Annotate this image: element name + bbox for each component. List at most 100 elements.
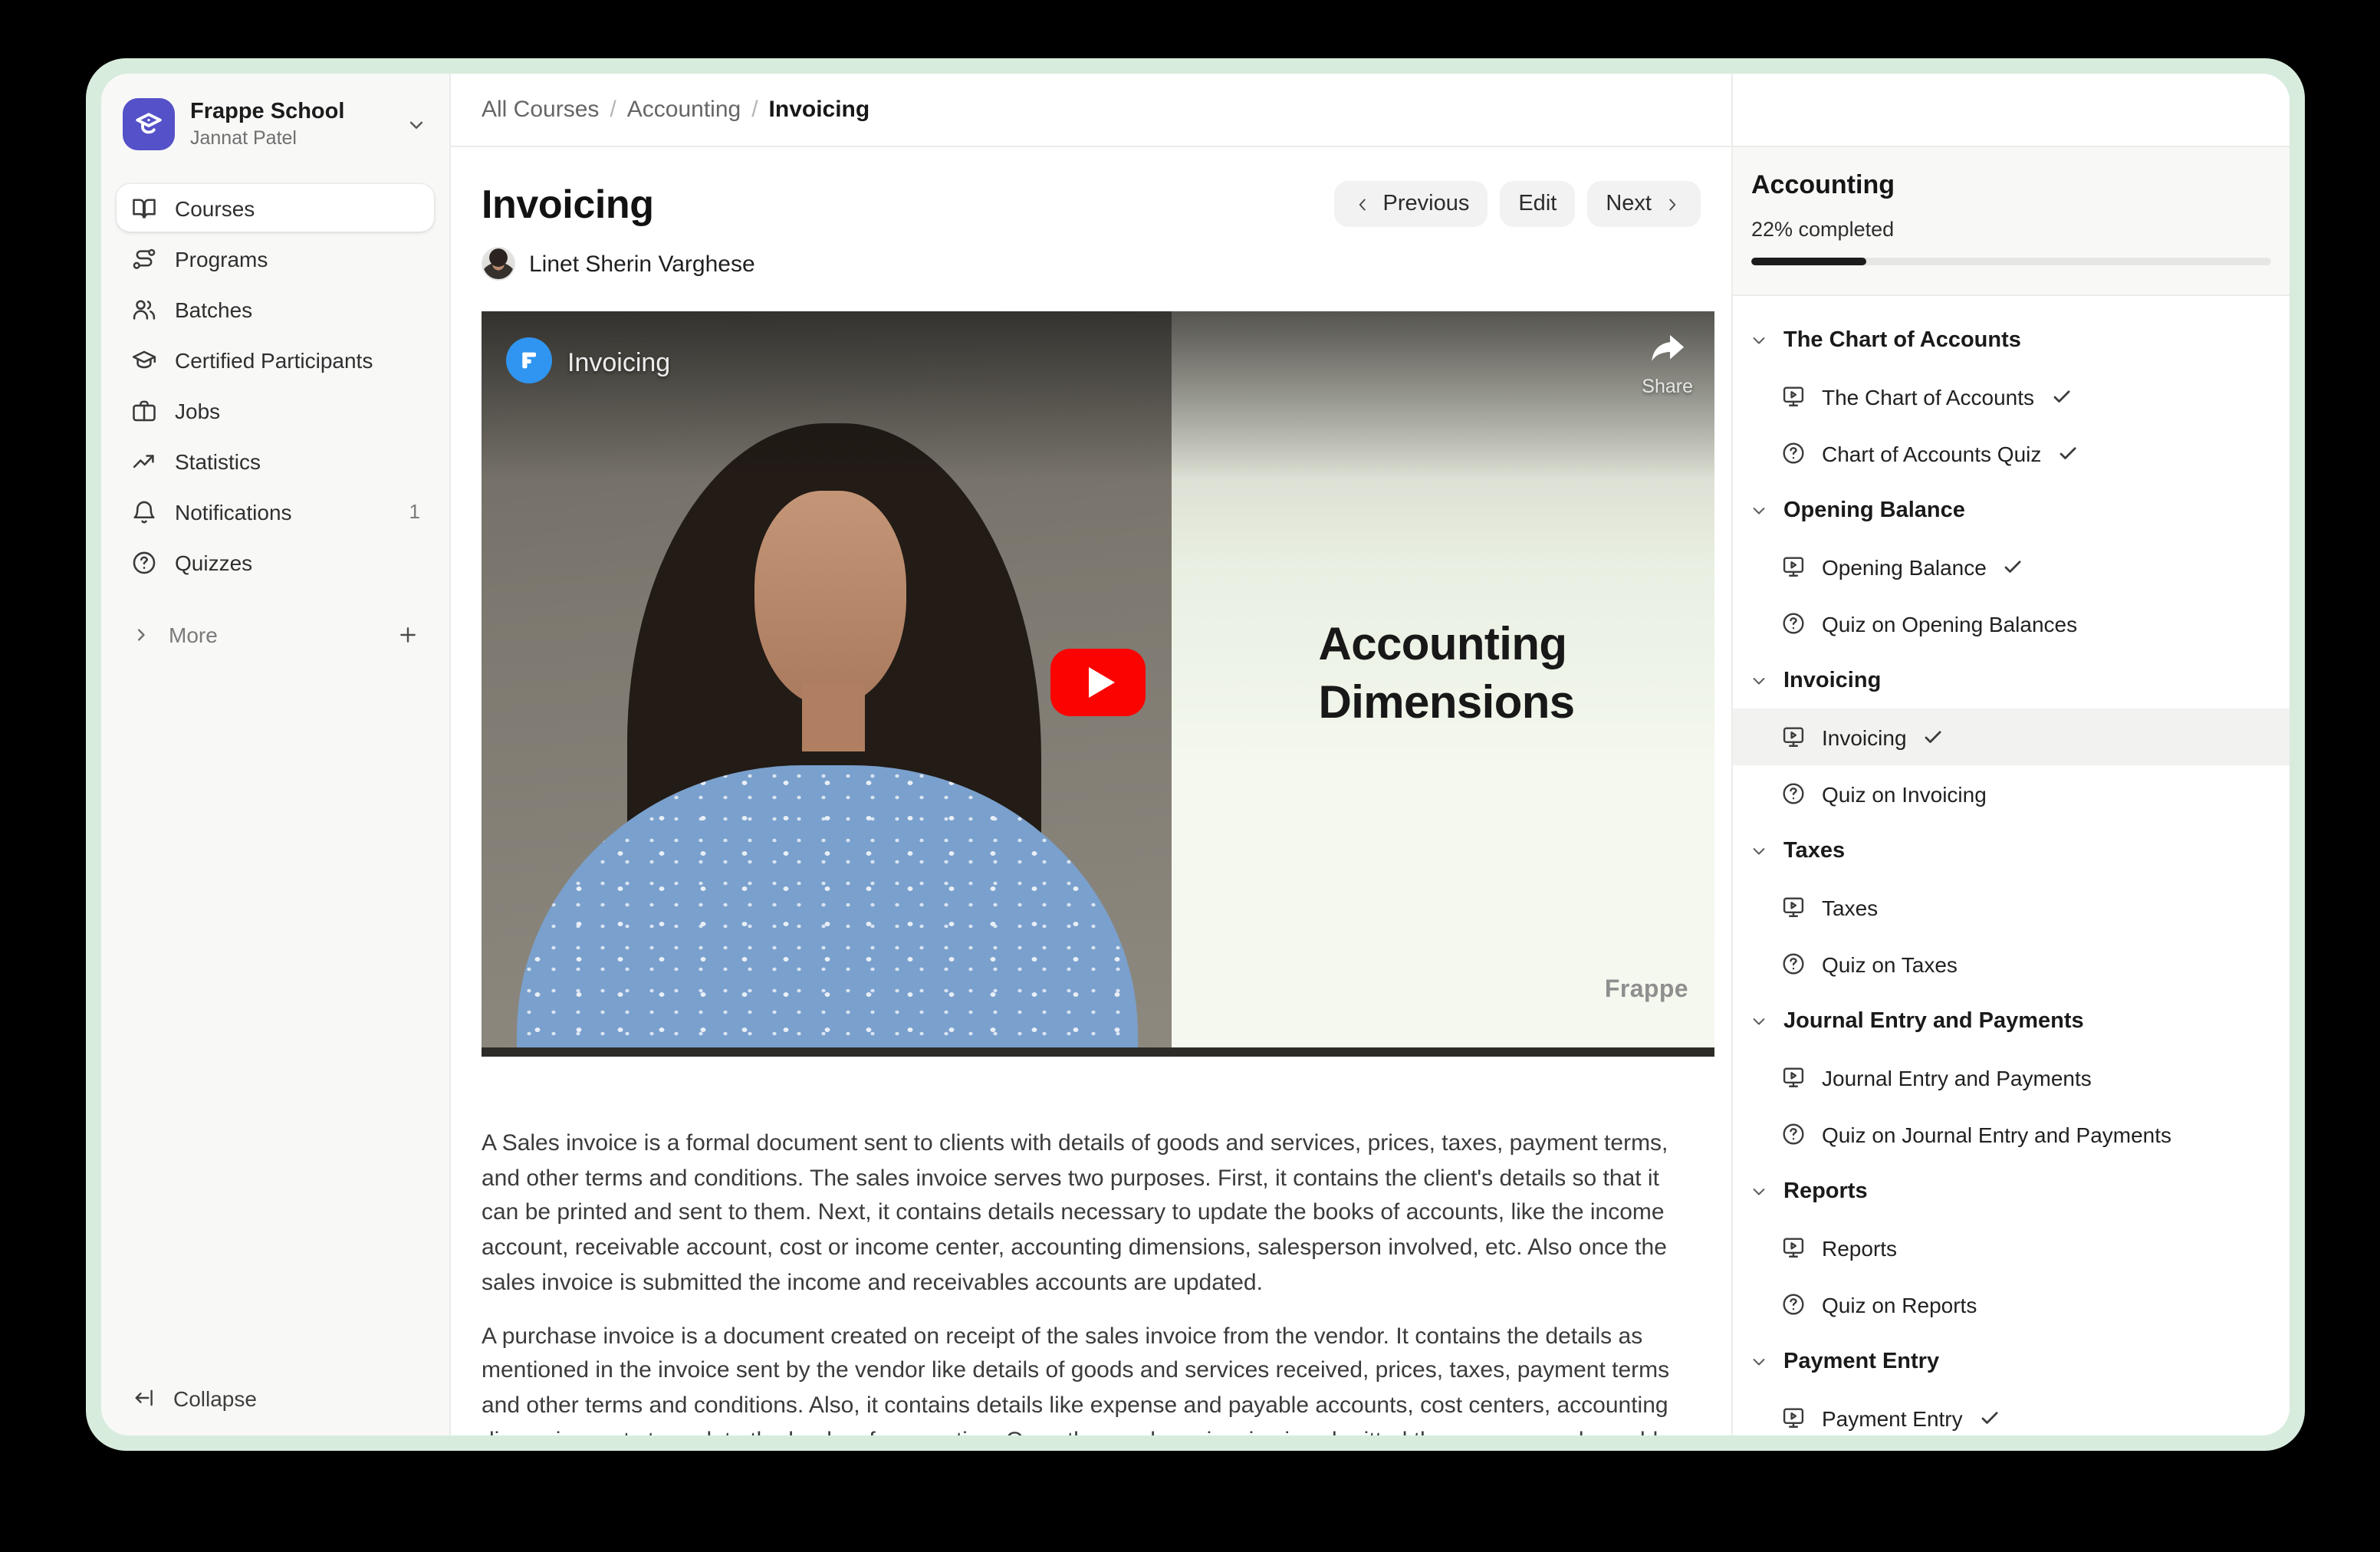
sidebar-item-label: Notifications	[175, 499, 292, 524]
help-circle-icon	[1780, 951, 1806, 977]
check-icon	[2002, 555, 2025, 578]
frappe-school-logo-icon	[123, 98, 175, 150]
quiz-quiz-on-taxes[interactable]: Quiz on Taxes	[1733, 935, 2290, 992]
sidebar-item-programs[interactable]: Programs	[117, 235, 434, 282]
panel-top-strip	[1733, 74, 2290, 147]
workspace-title: Frappe School	[190, 99, 390, 125]
breadcrumb-all-courses[interactable]: All Courses	[482, 97, 599, 123]
edit-label: Edit	[1518, 192, 1557, 216]
chevron-left-icon	[1353, 194, 1372, 214]
video-title[interactable]: Invoicing	[567, 348, 670, 379]
quiz-quiz-on-journal-entry-and-payments[interactable]: Quiz on Journal Entry and Payments	[1733, 1106, 2290, 1162]
video-top-gradient	[482, 311, 1714, 480]
lesson-the-chart-of-accounts[interactable]: The Chart of Accounts	[1733, 368, 2290, 425]
quiz-quiz-on-invoicing[interactable]: Quiz on Invoicing	[1733, 765, 2290, 822]
lesson-label: Journal Entry and Payments	[1822, 1065, 2092, 1090]
quiz-quiz-on-opening-balances[interactable]: Quiz on Opening Balances	[1733, 595, 2290, 652]
bell-icon	[130, 498, 158, 525]
quiz-quiz-on-reports[interactable]: Quiz on Reports	[1733, 1276, 2290, 1333]
sidebar-item-notifications[interactable]: Notifications 1	[117, 488, 434, 535]
help-circle-icon	[1780, 781, 1806, 807]
progress-label: 22% completed	[1751, 218, 2271, 241]
lesson-label: Quiz on Invoicing	[1822, 781, 1987, 806]
lesson-reports[interactable]: Reports	[1733, 1219, 2290, 1276]
chapter-opening-balance[interactable]: Opening Balance	[1733, 482, 2290, 538]
chevron-right-icon	[130, 624, 152, 646]
video-player[interactable]: Accounting Dimensions Frappe Invoicing	[482, 311, 1714, 1057]
help-circle-icon	[1780, 1121, 1806, 1147]
next-button[interactable]: Next	[1587, 181, 1701, 227]
quiz-chart-of-accounts-quiz[interactable]: Chart of Accounts Quiz	[1733, 425, 2290, 482]
previous-button[interactable]: Previous	[1334, 181, 1488, 227]
lesson-invoicing[interactable]: Invoicing	[1733, 709, 2290, 765]
help-circle-icon	[1780, 610, 1806, 636]
chevron-down-icon	[1748, 1350, 1770, 1372]
lesson-opening-balance[interactable]: Opening Balance	[1733, 538, 2290, 595]
sidebar-item-statistics[interactable]: Statistics	[117, 437, 434, 485]
sidebar-item-batches[interactable]: Batches	[117, 285, 434, 333]
chapter-taxes[interactable]: Taxes	[1733, 822, 2290, 879]
help-circle-icon	[1780, 1291, 1806, 1317]
help-circle-icon	[1780, 440, 1806, 466]
monitor-play-icon	[1780, 383, 1806, 409]
previous-label: Previous	[1383, 192, 1470, 216]
sidebar-more[interactable]: More	[117, 612, 434, 658]
sidebar-item-courses[interactable]: Courses	[117, 184, 434, 232]
lesson-label: Quiz on Taxes	[1822, 952, 1958, 976]
next-label: Next	[1606, 192, 1652, 216]
sidebar-item-label: Batches	[175, 297, 252, 321]
frappe-avatar-icon[interactable]	[506, 337, 552, 383]
course-outline: The Chart of Accounts The Chart of Accoun…	[1733, 296, 2290, 1435]
screen: Frappe School Jannat Patel CoursesProgra…	[0, 0, 2380, 1552]
chapter-journal-entry-and-payments[interactable]: Journal Entry and Payments	[1733, 992, 2290, 1049]
sidebar-item-label: Jobs	[175, 398, 220, 423]
sidebar-item-jobs[interactable]: Jobs	[117, 386, 434, 434]
sidebar-item-label: Certified Participants	[175, 347, 373, 372]
chapter-the-chart-of-accounts[interactable]: The Chart of Accounts	[1733, 311, 2290, 368]
sidebar-item-quizzes[interactable]: Quizzes	[117, 538, 434, 586]
lesson-label: Quiz on Opening Balances	[1822, 611, 2077, 636]
collapse-sidebar-button[interactable]: Collapse	[117, 1382, 434, 1414]
monitor-play-icon	[1780, 1405, 1806, 1431]
share-label: Share	[1642, 376, 1693, 397]
lesson-payment-entry[interactable]: Payment Entry	[1733, 1389, 2290, 1435]
users-icon	[130, 295, 158, 323]
plus-icon[interactable]	[396, 623, 420, 647]
breadcrumb-accounting[interactable]: Accounting	[627, 97, 741, 123]
chevron-down-icon	[1748, 1010, 1770, 1031]
app-window: Frappe School Jannat Patel CoursesProgra…	[101, 74, 2290, 1435]
sidebar-nav: CoursesPrograms Batches Certified Particip…	[117, 184, 434, 586]
sidebar-item-certified-participants[interactable]: Certified Participants	[117, 336, 434, 383]
check-icon	[1978, 1406, 2001, 1429]
edit-button[interactable]: Edit	[1500, 181, 1575, 227]
video-progress-bar[interactable]	[482, 1047, 1714, 1057]
chapter-title: Taxes	[1783, 838, 1845, 863]
play-button[interactable]	[1050, 649, 1146, 716]
monitor-play-icon	[1780, 894, 1806, 920]
chevron-down-icon	[1748, 840, 1770, 861]
lesson-label: Invoicing	[1822, 725, 1907, 749]
chapter-title: Opening Balance	[1783, 498, 1965, 522]
collapse-label: Collapse	[173, 1386, 257, 1410]
chapter-title: Invoicing	[1783, 668, 1881, 692]
breadcrumb-separator: /	[751, 97, 758, 123]
lesson-label: Quiz on Journal Entry and Payments	[1822, 1122, 2171, 1146]
sidebar: Frappe School Jannat Patel CoursesProgra…	[101, 74, 451, 1435]
chapter-payment-entry[interactable]: Payment Entry	[1733, 1333, 2290, 1389]
slide-title: Accounting Dimensions	[1319, 617, 1575, 734]
workflow-icon	[130, 245, 158, 272]
course-title: Accounting	[1751, 170, 2271, 201]
share-button[interactable]: Share	[1642, 331, 1693, 397]
chapter-reports[interactable]: Reports	[1733, 1162, 2290, 1219]
lesson-label: The Chart of Accounts	[1822, 384, 2034, 409]
chapter-invoicing[interactable]: Invoicing	[1733, 652, 2290, 709]
lesson-journal-entry-and-payments[interactable]: Journal Entry and Payments	[1733, 1049, 2290, 1106]
chevron-right-icon	[1662, 194, 1682, 214]
notification-count-badge: 1	[409, 500, 420, 523]
briefcase-icon	[130, 396, 158, 424]
sidebar-item-label: Statistics	[175, 449, 261, 473]
page-title: Invoicing	[482, 180, 654, 228]
workspace-switcher[interactable]: Frappe School Jannat Patel	[117, 95, 434, 153]
sidebar-more-label: More	[169, 623, 218, 647]
lesson-taxes[interactable]: Taxes	[1733, 879, 2290, 935]
